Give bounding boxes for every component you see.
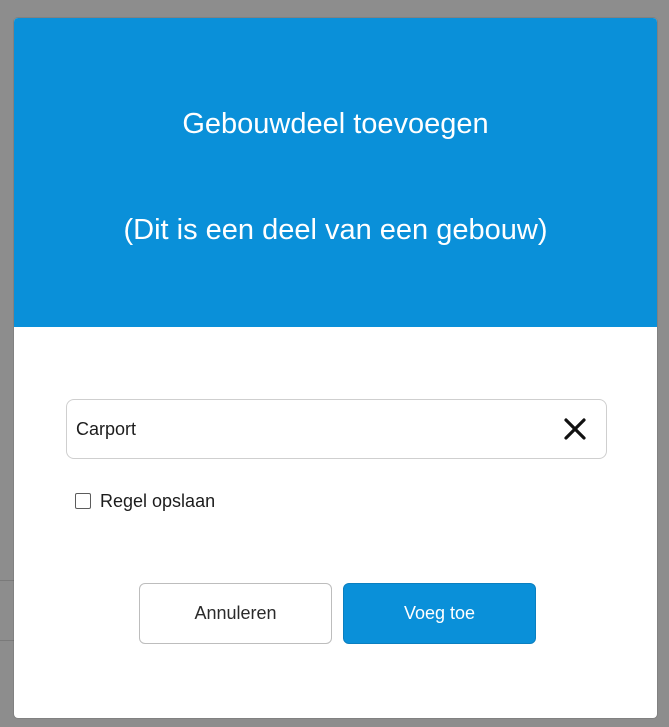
name-input-container: [66, 399, 607, 459]
close-icon[interactable]: [562, 416, 588, 442]
save-rule-option[interactable]: Regel opslaan: [75, 489, 215, 513]
dialog-title: Gebouwdeel toevoegen: [182, 108, 489, 140]
name-input[interactable]: [76, 400, 516, 458]
dialog-header: Gebouwdeel toevoegen (Dit is een deel va…: [14, 18, 657, 327]
add-building-part-dialog: Gebouwdeel toevoegen (Dit is een deel va…: [14, 18, 657, 718]
backdrop-divider-left: [0, 580, 14, 581]
backdrop-divider-left-2: [0, 640, 14, 641]
add-button[interactable]: Voeg toe: [343, 583, 536, 644]
cancel-button[interactable]: Annuleren: [139, 583, 332, 644]
save-rule-label: Regel opslaan: [100, 490, 216, 511]
save-rule-checkbox[interactable]: [75, 493, 91, 509]
dialog-subtitle: (Dit is een deel van een gebouw): [123, 214, 548, 246]
